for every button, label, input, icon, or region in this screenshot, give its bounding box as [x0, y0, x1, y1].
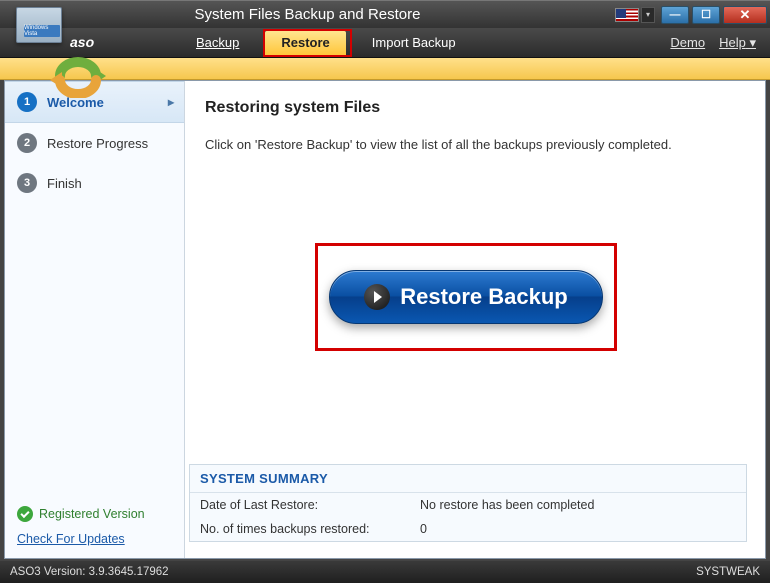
help-menu[interactable]: Help ▾	[719, 35, 756, 51]
watermark: SYSTWEAK	[696, 566, 760, 578]
page-description: Click on 'Restore Backup' to view the li…	[205, 137, 745, 152]
step-label: Finish	[47, 176, 82, 191]
check-updates-link[interactable]: Check For Updates	[5, 526, 184, 558]
step-finish[interactable]: 3 Finish	[5, 163, 184, 203]
tab-backup[interactable]: Backup	[180, 31, 255, 55]
content-area: 1 Welcome 2 Restore Progress 3 Finish Re…	[4, 80, 766, 559]
minimize-button[interactable]: —	[661, 6, 689, 24]
menubar: Backup Restore Import Backup Demo Help ▾	[0, 28, 770, 58]
page-heading: Restoring system Files	[205, 99, 745, 117]
tab-restore-highlight: Restore	[263, 29, 351, 57]
restore-backup-button[interactable]: Restore Backup	[329, 270, 603, 324]
language-flag-icon[interactable]	[615, 8, 639, 22]
maximize-button[interactable]: ☐	[692, 6, 720, 24]
restore-button-label: Restore Backup	[400, 284, 568, 310]
restore-button-highlight: Restore Backup	[315, 243, 617, 351]
titlebar: Windows Vista System Files Backup and Re…	[0, 0, 770, 28]
summary-label: Date of Last Restore:	[200, 498, 420, 512]
summary-label: No. of times backups restored:	[200, 522, 420, 536]
step-label: Welcome	[47, 95, 104, 110]
play-icon	[364, 284, 390, 310]
wizard-sidebar: 1 Welcome 2 Restore Progress 3 Finish Re…	[5, 81, 185, 558]
summary-value: 0	[420, 522, 427, 536]
close-button[interactable]: ✕	[723, 6, 767, 24]
step-number: 3	[17, 173, 37, 193]
summary-title: SYSTEM SUMMARY	[190, 465, 746, 493]
main-panel: Restoring system Files Click on 'Restore…	[185, 81, 765, 558]
step-number: 2	[17, 133, 37, 153]
step-number: 1	[17, 92, 37, 112]
check-icon	[17, 506, 33, 522]
step-welcome[interactable]: 1 Welcome	[5, 81, 184, 123]
summary-row-restore-count: No. of times backups restored: 0	[190, 517, 746, 541]
step-restore-progress[interactable]: 2 Restore Progress	[5, 123, 184, 163]
tab-restore[interactable]: Restore	[265, 31, 345, 55]
summary-row-last-restore: Date of Last Restore: No restore has bee…	[190, 493, 746, 517]
brand-logo: aso	[70, 34, 94, 50]
registered-version: Registered Version	[5, 502, 184, 526]
drive-label-badge: Windows Vista	[24, 25, 60, 37]
language-dropdown[interactable]: ▾	[641, 7, 655, 23]
statusbar: ASO3 Version: 3.9.3645.17962 SYSTWEAK	[0, 561, 770, 583]
window-title: System Files Backup and Restore	[0, 6, 615, 23]
ribbon-strip	[0, 58, 770, 80]
version-text: ASO3 Version: 3.9.3645.17962	[10, 566, 169, 578]
tab-import-backup[interactable]: Import Backup	[356, 31, 472, 55]
summary-value: No restore has been completed	[420, 498, 594, 512]
demo-link[interactable]: Demo	[670, 35, 705, 50]
step-label: Restore Progress	[47, 136, 148, 151]
system-summary-panel: SYSTEM SUMMARY Date of Last Restore: No …	[189, 464, 747, 542]
